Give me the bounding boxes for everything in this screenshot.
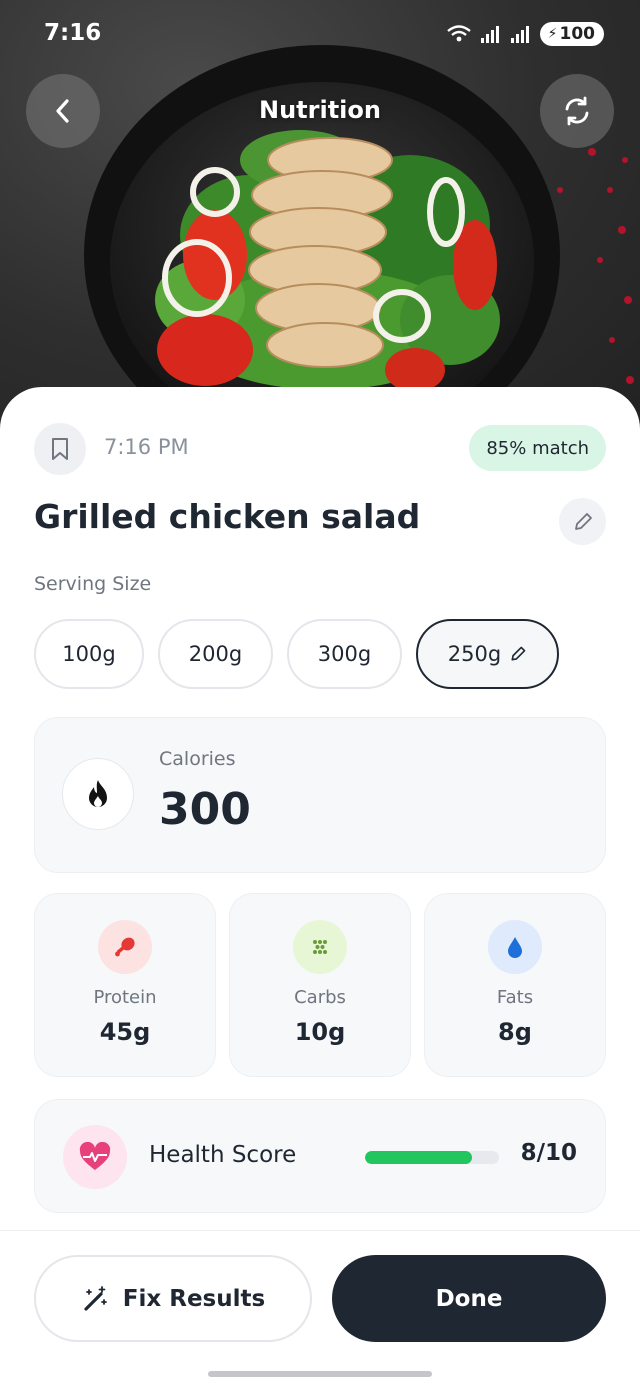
macro-value: 8g bbox=[498, 1018, 532, 1046]
serving-option-custom[interactable]: 250g bbox=[416, 619, 559, 689]
serving-option-label: 100g bbox=[62, 642, 116, 666]
fix-results-label: Fix Results bbox=[122, 1285, 266, 1312]
bookmark-button[interactable] bbox=[34, 423, 86, 475]
edit-name-button[interactable] bbox=[559, 498, 606, 545]
done-button[interactable]: Done bbox=[332, 1255, 606, 1342]
serving-size-label: Serving Size bbox=[34, 573, 152, 595]
macro-value: 45g bbox=[99, 1018, 151, 1046]
grain-icon bbox=[293, 920, 347, 974]
pencil-icon bbox=[511, 646, 526, 661]
droplet-icon bbox=[488, 920, 542, 974]
status-time: 7:16 bbox=[44, 20, 102, 46]
nutrition-sheet: 7:16 PM 85% match Grilled chicken salad … bbox=[0, 387, 640, 1387]
battery-indicator: ⚡ 100 bbox=[539, 22, 604, 46]
serving-option-label: 250g bbox=[447, 642, 502, 666]
macro-label: Carbs bbox=[294, 987, 346, 1008]
carbs-card[interactable]: Carbs 10g bbox=[229, 893, 411, 1077]
health-score-label: Health Score bbox=[149, 1142, 297, 1168]
drumstick-icon bbox=[98, 920, 152, 974]
refresh-icon bbox=[565, 96, 589, 126]
serving-option-300g[interactable]: 300g bbox=[287, 619, 402, 689]
status-icons: ⚡ 100 bbox=[446, 22, 604, 46]
hero-food-photo: 7:16 ⚡ 100 Nutrition bbox=[0, 0, 640, 430]
flame-icon-wrap bbox=[62, 758, 134, 830]
meal-time: 7:16 PM bbox=[104, 435, 189, 459]
signal-icon bbox=[480, 26, 499, 43]
battery-leaf-icon: ⚡ bbox=[547, 26, 558, 42]
protein-card[interactable]: Protein 45g bbox=[34, 893, 216, 1077]
health-score-card[interactable]: Health Score 8/10 bbox=[34, 1099, 606, 1213]
calories-value: 300 bbox=[159, 784, 251, 835]
magic-wand-icon bbox=[84, 1285, 107, 1311]
footer-divider bbox=[0, 1230, 640, 1231]
wifi-icon bbox=[446, 25, 471, 42]
signal-icon-2 bbox=[510, 26, 529, 43]
bookmark-icon bbox=[52, 438, 68, 460]
refresh-button[interactable] bbox=[540, 74, 614, 148]
health-score-bar-fill bbox=[365, 1151, 473, 1164]
serving-option-200g[interactable]: 200g bbox=[158, 619, 273, 689]
battery-level: 100 bbox=[559, 24, 596, 44]
food-name: Grilled chicken salad bbox=[34, 497, 421, 536]
heart-pulse-icon bbox=[79, 1142, 111, 1170]
health-score-bar bbox=[365, 1151, 499, 1164]
done-label: Done bbox=[435, 1285, 503, 1312]
calories-label: Calories bbox=[159, 748, 236, 770]
home-indicator[interactable] bbox=[208, 1371, 432, 1377]
meal-meta-row: 7:16 PM 85% match bbox=[34, 423, 606, 475]
serving-option-100g[interactable]: 100g bbox=[34, 619, 144, 689]
macro-label: Fats bbox=[496, 987, 534, 1008]
status-bar: 7:16 ⚡ 100 bbox=[0, 0, 640, 70]
calories-card[interactable]: Calories 300 bbox=[34, 717, 606, 873]
heart-icon-wrap bbox=[63, 1125, 127, 1189]
serving-option-label: 300g bbox=[317, 642, 372, 666]
macro-label: Protein bbox=[93, 987, 157, 1008]
health-score-value: 8/10 bbox=[520, 1140, 577, 1166]
match-badge: 85% match bbox=[469, 425, 606, 471]
fats-card[interactable]: Fats 8g bbox=[424, 893, 606, 1077]
pencil-icon bbox=[574, 512, 592, 530]
serving-option-label: 200g bbox=[188, 642, 243, 666]
fix-results-button[interactable]: Fix Results bbox=[34, 1255, 312, 1342]
macro-value: 10g bbox=[294, 1018, 346, 1046]
flame-icon bbox=[89, 780, 107, 807]
